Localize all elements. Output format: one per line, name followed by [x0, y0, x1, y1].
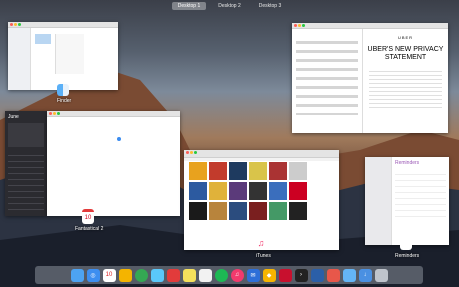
fantastical-label: Fantastical 2: [75, 226, 104, 232]
spotify-icon[interactable]: [214, 268, 228, 282]
finder-sidebar: [8, 28, 31, 90]
itunes-label: iTunes: [256, 253, 271, 259]
uber-logo: UBER: [397, 35, 414, 40]
reminders-list-title: Reminders: [395, 160, 420, 166]
email-headline: UBER'S NEW PRIVACY STATEMENT: [367, 46, 444, 61]
notes-icon[interactable]: [182, 268, 196, 282]
downloads-icon[interactable]: ↓: [358, 268, 372, 282]
acrobat-icon[interactable]: [278, 268, 292, 282]
sketch-icon[interactable]: ◆: [262, 268, 276, 282]
album-row-1: [184, 161, 339, 181]
album-row-2: [184, 181, 339, 201]
dock: ◎ 10 ♫ ✉ ◆ › ↓: [35, 266, 423, 284]
space-desktop-1[interactable]: Desktop 1: [171, 2, 207, 10]
today-marker: [117, 137, 121, 141]
mail-icon[interactable]: ✉: [246, 268, 260, 282]
folder-icon[interactable]: [342, 268, 356, 282]
airmail-icon[interactable]: [310, 268, 324, 282]
mini-calendar: [8, 123, 44, 147]
space-desktop-3[interactable]: Desktop 3: [253, 2, 288, 10]
fantastical-icon: 10: [82, 209, 94, 224]
photos-icon[interactable]: [118, 268, 132, 282]
finder-content: [31, 28, 118, 90]
reminders-label: Reminders: [395, 253, 420, 259]
spaces-bar: Desktop 1 Desktop 2 Desktop 3: [0, 0, 459, 12]
mail-window[interactable]: UBER UBER'S NEW PRIVACY STATEMENT: [292, 23, 448, 133]
reminders-icon: [400, 238, 412, 250]
itunes-icon: ♫: [255, 237, 267, 249]
safari-icon[interactable]: ◎: [86, 268, 100, 282]
fantastical-sidebar-window[interactable]: June: [5, 111, 47, 216]
chrome-icon[interactable]: [134, 268, 148, 282]
calendar-icon[interactable]: 10: [102, 268, 116, 282]
reminders-window[interactable]: Reminders: [365, 157, 449, 245]
space-desktop-2[interactable]: Desktop 2: [212, 2, 247, 10]
reminders-sidebar: [365, 157, 392, 245]
fantastical-month: June: [8, 114, 19, 120]
album-row-3: [184, 201, 339, 221]
reeder-icon[interactable]: [326, 268, 340, 282]
calendar-grid: [47, 117, 180, 216]
finder-window[interactable]: [8, 22, 118, 90]
terminal-icon[interactable]: ›: [294, 268, 308, 282]
finder-icon[interactable]: [70, 268, 84, 282]
itunes-window[interactable]: [184, 150, 339, 250]
fantastical-window[interactable]: [47, 111, 180, 216]
stickies-icon[interactable]: [198, 268, 212, 282]
message-list: [292, 29, 363, 133]
itunes-icon[interactable]: ♫: [230, 268, 244, 282]
finder-icon: [57, 84, 69, 96]
event-list: [8, 150, 44, 210]
finder-label: Finder: [57, 98, 72, 104]
messages-icon[interactable]: [150, 268, 164, 282]
message-body: UBER UBER'S NEW PRIVACY STATEMENT: [363, 29, 448, 133]
fantastical-icon[interactable]: [166, 268, 180, 282]
trash-icon[interactable]: [374, 268, 388, 282]
